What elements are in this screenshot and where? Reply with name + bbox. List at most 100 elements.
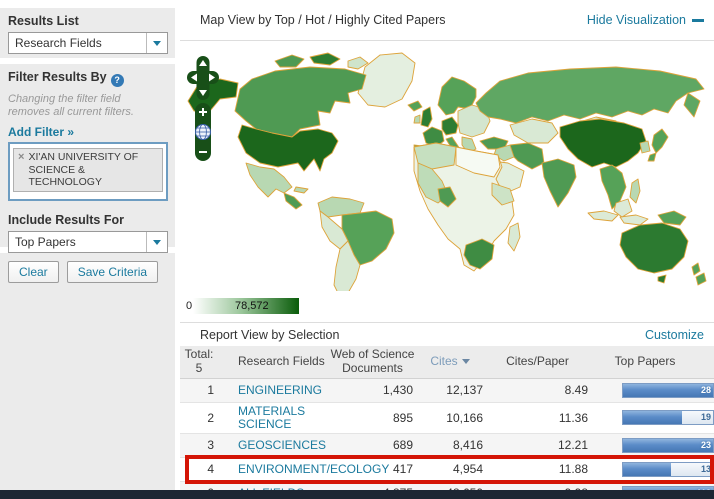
map-pan-control[interactable]	[187, 56, 219, 100]
field-link[interactable]: MATERIALS SCIENCE	[238, 404, 305, 431]
rank-cell: 1	[180, 383, 218, 397]
chevron-down-icon	[146, 232, 167, 252]
save-criteria-button[interactable]: Save Criteria	[67, 261, 158, 283]
country-shape	[510, 143, 544, 169]
include-results-selected: Top Papers	[9, 235, 146, 249]
top-papers-value: 28	[701, 385, 711, 396]
customize-link[interactable]: Customize	[645, 328, 704, 342]
column-research-fields: Research Fields	[218, 353, 330, 371]
top-papers-cell: 19	[590, 410, 714, 425]
column-wos-documents[interactable]: Web of Science Documents	[330, 346, 415, 378]
top-papers-value: 23	[701, 440, 711, 451]
world-map[interactable]	[180, 41, 714, 291]
country-shape	[310, 53, 340, 65]
country-shape	[275, 55, 304, 67]
cites-cell: 4,954	[415, 462, 485, 476]
add-filter-link[interactable]: Add Filter »	[0, 122, 175, 141]
hide-visualization-link[interactable]: Hide Visualization	[587, 13, 704, 27]
cites-per-paper-cell: 8.49	[485, 383, 590, 397]
country-shape	[630, 179, 640, 203]
table-row: 2MATERIALS SCIENCE89510,16611.3619	[180, 403, 714, 434]
include-results-select[interactable]: Top Papers	[8, 231, 168, 253]
rank-cell: 2	[180, 411, 218, 425]
help-icon[interactable]: ?	[111, 74, 124, 87]
country-shape	[652, 129, 668, 153]
top-papers-cell: 13	[590, 462, 714, 477]
report-table-body: 1 ENGINEERING 1,43012,1378.49 28 2 MATERIALS …	[180, 379, 714, 499]
top-papers-cell: 28	[590, 383, 714, 398]
docs-cell: 1,430	[330, 383, 415, 397]
country-shape	[620, 223, 688, 273]
docs-cell: 417	[330, 462, 415, 476]
country-shape	[294, 187, 308, 193]
filter-list-box[interactable]: × XI'AN UNIVERSITY OF SCIENCE & TECHNOLO…	[8, 142, 168, 201]
cites-cell: 10,166	[415, 411, 485, 425]
cites-per-paper-cell: 11.36	[485, 411, 590, 425]
field-cell: ENVIRONMENT/ECOLOGY	[218, 463, 330, 476]
remove-filter-icon[interactable]: ×	[18, 151, 24, 164]
results-list-panel: Results List Research Fields	[0, 8, 175, 58]
cites-cell: 12,137	[415, 383, 485, 397]
filter-results-by-label: Filter Results By?	[0, 64, 175, 91]
map-view-title: Map View by Top / Hot / Highly Cited Pap…	[200, 13, 446, 27]
column-cites[interactable]: Cites	[415, 353, 485, 371]
rank-cell: 3	[180, 438, 218, 452]
column-top-papers[interactable]: Top Papers	[590, 353, 714, 371]
sort-arrow-icon	[462, 359, 470, 364]
results-list-select[interactable]: Research Fields	[8, 32, 168, 54]
filter-note: Changing the filter field removes all cu…	[0, 91, 175, 123]
legend-min: 0	[186, 300, 192, 312]
results-list-selected: Research Fields	[9, 36, 146, 50]
top-papers-cell: 23	[590, 438, 714, 453]
field-link[interactable]: GEOSCIENCES	[238, 438, 326, 452]
country-shape	[640, 141, 650, 153]
report-table: Total: 5 Research Fields Web of Science …	[180, 346, 714, 499]
top-papers-bar: 23	[622, 438, 714, 453]
top-papers-bar: 19	[622, 410, 714, 425]
country-shape	[284, 193, 302, 209]
clear-button[interactable]: Clear	[8, 261, 59, 283]
docs-cell: 689	[330, 438, 415, 452]
country-shape	[588, 211, 618, 221]
country-shape	[235, 67, 366, 137]
top-papers-value: 19	[701, 412, 711, 423]
country-shape	[421, 107, 432, 127]
actions-panel: Clear Save Criteria	[0, 253, 175, 490]
chevron-down-icon	[146, 33, 167, 53]
report-header: Report View by Selection Customize	[180, 322, 714, 347]
country-shape	[542, 159, 576, 207]
country-shape	[508, 223, 520, 251]
country-shape	[246, 163, 292, 197]
table-row: 4ENVIRONMENT/ECOLOGY4174,95411.8813	[180, 458, 714, 482]
country-shape	[442, 117, 458, 135]
map-legend: 0 78,572	[180, 296, 714, 318]
table-header-row: Total: 5 Research Fields Web of Science …	[180, 346, 714, 379]
country-shape	[620, 215, 648, 225]
country-shape	[684, 93, 700, 117]
country-shape	[476, 67, 704, 123]
map-zoom-control[interactable]	[194, 103, 212, 161]
country-shape	[648, 153, 656, 161]
top-papers-value: 13	[701, 464, 711, 475]
country-shape	[510, 119, 558, 143]
table-row: 1 ENGINEERING 1,43012,1378.49 28	[180, 379, 714, 403]
country-shape	[408, 101, 422, 111]
country-shape	[414, 115, 420, 123]
legend-max: 78,572	[235, 300, 269, 312]
cites-cell: 8,416	[415, 438, 485, 452]
field-link[interactable]: ENGINEERING	[238, 383, 322, 397]
field-cell: MATERIALS SCIENCE	[218, 405, 330, 431]
total-header: Total: 5	[180, 346, 218, 378]
world-map-area	[180, 41, 714, 291]
column-cites-per-paper[interactable]: Cites/Paper	[485, 353, 590, 371]
esi-page: Results List Research Fields Filter Resu…	[0, 0, 714, 499]
include-results-label: Include Results For	[0, 201, 175, 231]
country-shape	[658, 275, 666, 283]
cites-per-paper-cell: 11.88	[485, 462, 590, 476]
country-shape	[560, 119, 646, 167]
footer-bar	[0, 490, 714, 499]
field-cell: ENGINEERING	[218, 384, 330, 397]
filter-tag-label: XI'AN UNIVERSITY OF SCIENCE & TECHNOLOGY	[28, 151, 158, 189]
top-papers-bar: 28	[622, 383, 714, 398]
table-row: 3GEOSCIENCES6898,41612.2123	[180, 434, 714, 458]
